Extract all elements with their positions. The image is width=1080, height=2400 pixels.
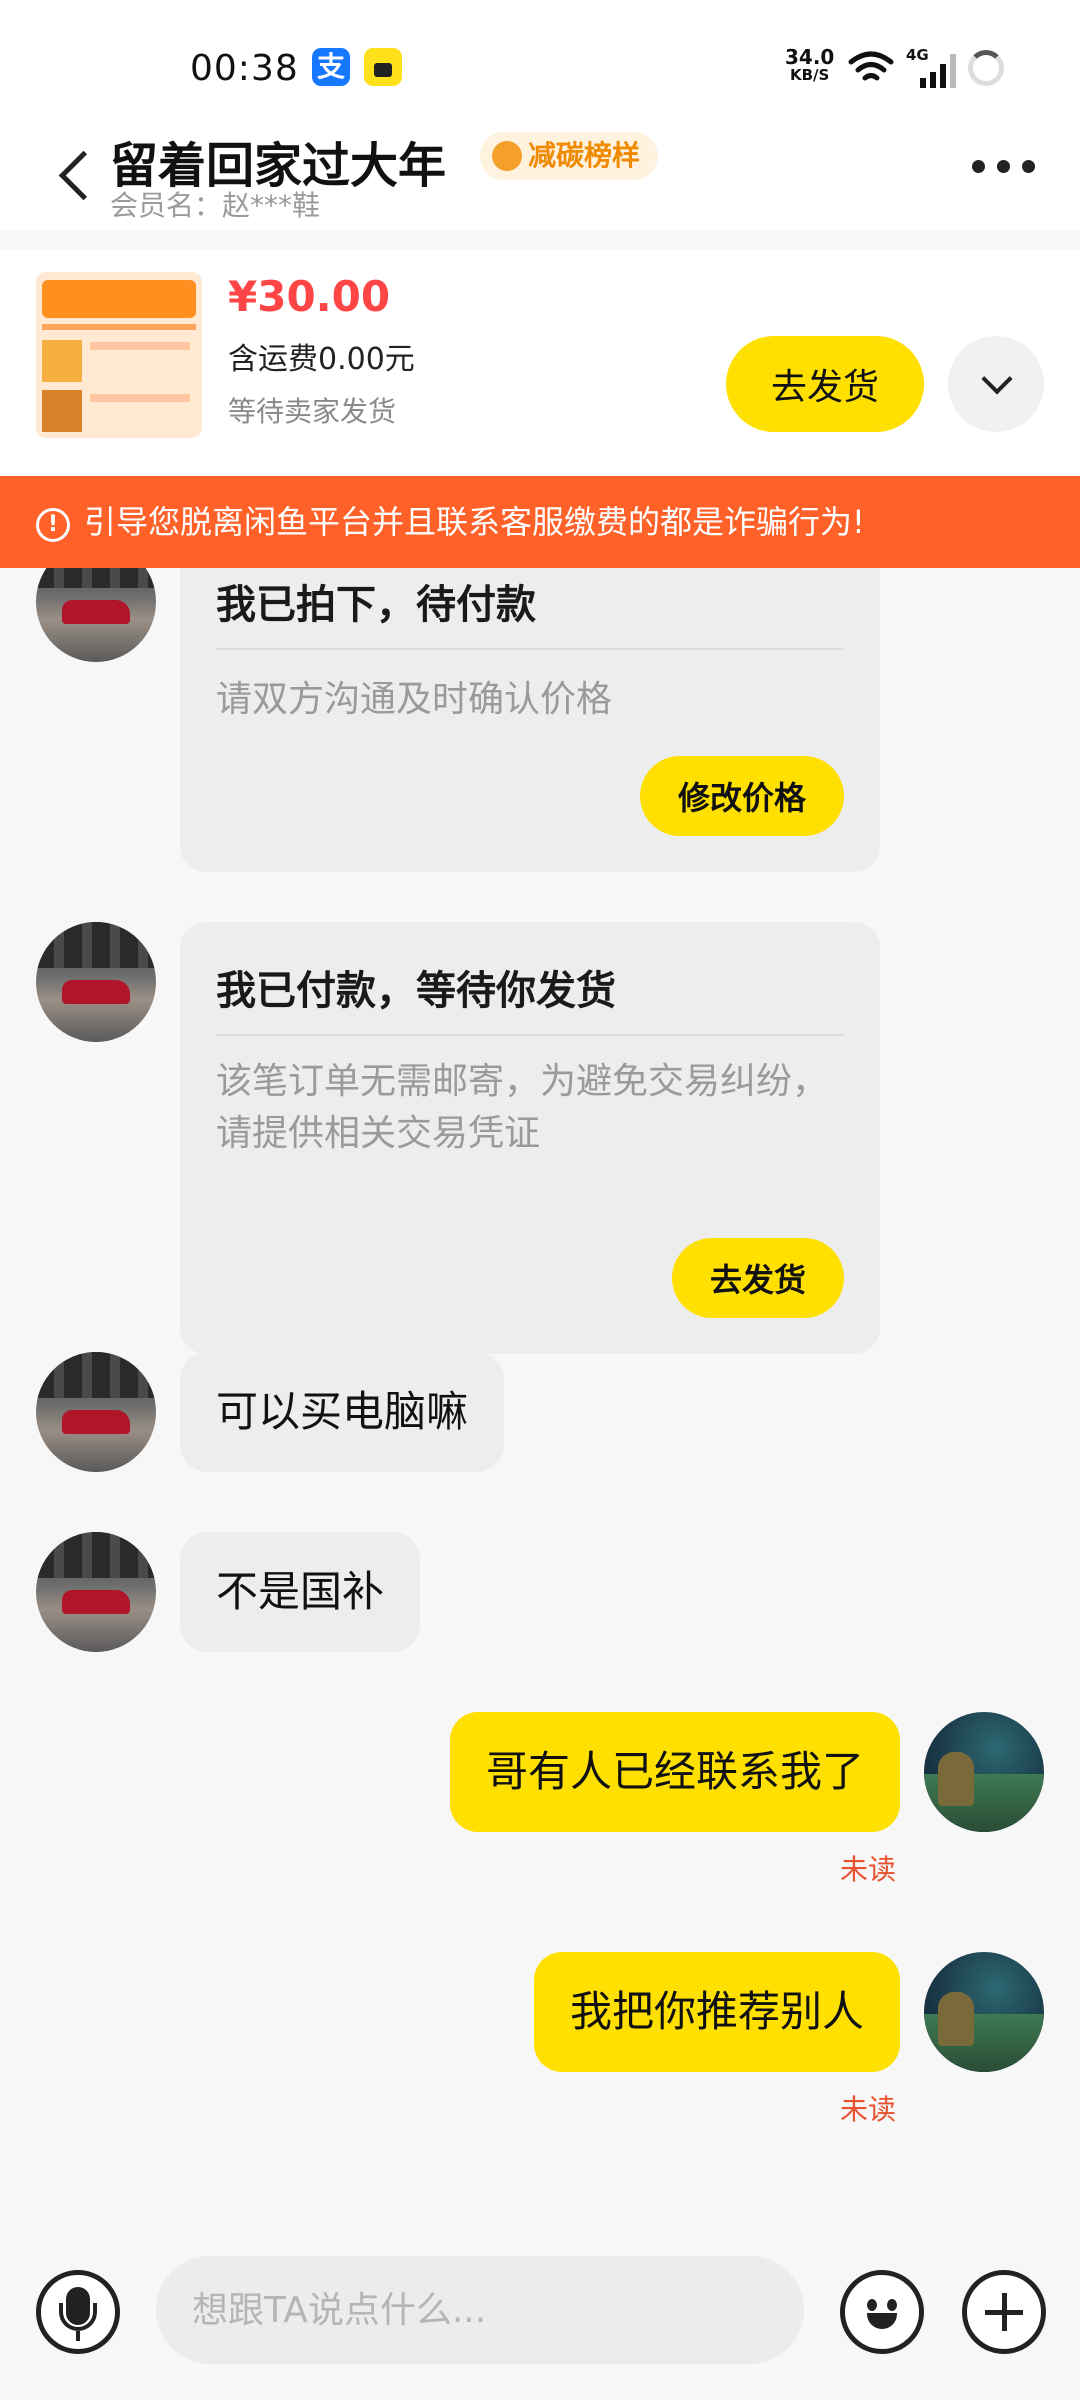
- member-name: 会员名：赵***鞋: [110, 189, 321, 222]
- read-status: 未读: [840, 2093, 897, 2126]
- card-title: 我已付款，等待你发货: [216, 968, 616, 1014]
- chat-header: 留着回家过大年 减碳榜样 会员名：赵***鞋: [0, 120, 1080, 230]
- network-speed-value: 34.0: [785, 45, 835, 69]
- my-avatar[interactable]: [924, 1712, 1044, 1832]
- read-status: 未读: [840, 1853, 897, 1886]
- fraud-warning-banner: ! 引导您脱离闲鱼平台并且联系客服缴费的都是诈骗行为!: [0, 476, 1080, 568]
- system-card-pending-payment: 我已拍下，待付款 请双方沟通及时确认价格 修改价格: [180, 568, 880, 872]
- microphone-icon[interactable]: [36, 2270, 120, 2354]
- modify-price-button[interactable]: 修改价格: [639, 756, 844, 836]
- emoji-icon[interactable]: [840, 2270, 924, 2354]
- status-bar: 00:38 支 34.0 KB/S 4G: [0, 0, 1080, 130]
- message-list[interactable]: 我已拍下，待付款 请双方沟通及时确认价格 修改价格 我已付款，等待你发货 该笔订…: [0, 568, 1080, 2228]
- message-bubble-outgoing[interactable]: 哥有人已经联系我了: [449, 1712, 900, 1832]
- leaf-icon: [492, 141, 522, 171]
- my-avatar[interactable]: [924, 1952, 1044, 2072]
- seller-avatar[interactable]: [36, 568, 156, 662]
- seller-avatar[interactable]: [36, 922, 156, 1042]
- ship-button[interactable]: 去发货: [671, 1238, 844, 1318]
- message-bubble-incoming[interactable]: 可以买电脑嘛: [180, 1352, 505, 1472]
- order-card[interactable]: ¥30.00 含运费0.00元 等待卖家发货 去发货: [0, 250, 1080, 475]
- order-status: 等待卖家发货: [228, 395, 397, 428]
- order-shipping: 含运费0.00元: [228, 342, 415, 377]
- fraud-warning-text: 引导您脱离闲鱼平台并且联系客服缴费的都是诈骗行为!: [84, 503, 865, 541]
- network-type: 4G: [906, 46, 929, 64]
- message-bubble-outgoing[interactable]: 我把你推荐别人: [533, 1952, 900, 2072]
- card-description: 该笔订单无需邮寄，为避免交易纠纷，请提供相关交易凭证: [216, 1061, 829, 1154]
- ship-button[interactable]: 去发货: [726, 336, 924, 432]
- cellular-signal-icon: 4G: [906, 46, 956, 88]
- card-description: 请双方沟通及时确认价格: [216, 679, 613, 720]
- divider: [216, 1034, 844, 1036]
- carbon-badge-label: 减碳榜样: [528, 139, 641, 172]
- chevron-down-icon[interactable]: [948, 336, 1044, 432]
- network-speed: 34.0 KB/S: [785, 45, 835, 84]
- more-icon[interactable]: [968, 148, 1038, 188]
- card-title: 我已拍下，待付款: [216, 582, 536, 628]
- network-speed-unit: KB/S: [790, 66, 830, 84]
- wifi-icon: [848, 51, 894, 81]
- back-icon[interactable]: [50, 140, 100, 210]
- alert-icon: !: [36, 508, 70, 542]
- loading-icon: [968, 50, 1004, 86]
- order-price: ¥30.00: [228, 272, 391, 321]
- input-bar: [0, 2228, 1080, 2400]
- seller-avatar[interactable]: [36, 1532, 156, 1652]
- status-time: 00:38: [190, 48, 299, 89]
- alipay-icon: 支: [312, 48, 350, 86]
- xianyu-icon: [364, 48, 402, 86]
- carbon-badge[interactable]: 减碳榜样: [480, 132, 659, 180]
- product-thumbnail[interactable]: [36, 272, 202, 438]
- divider: [216, 648, 844, 650]
- plus-icon[interactable]: [962, 2270, 1046, 2354]
- message-bubble-incoming[interactable]: 不是国补: [180, 1532, 421, 1652]
- system-card-paid: 我已付款，等待你发货 该笔订单无需邮寄，为避免交易纠纷，请提供相关交易凭证 去发…: [180, 922, 880, 1354]
- message-input[interactable]: [156, 2256, 804, 2364]
- seller-avatar[interactable]: [36, 1352, 156, 1472]
